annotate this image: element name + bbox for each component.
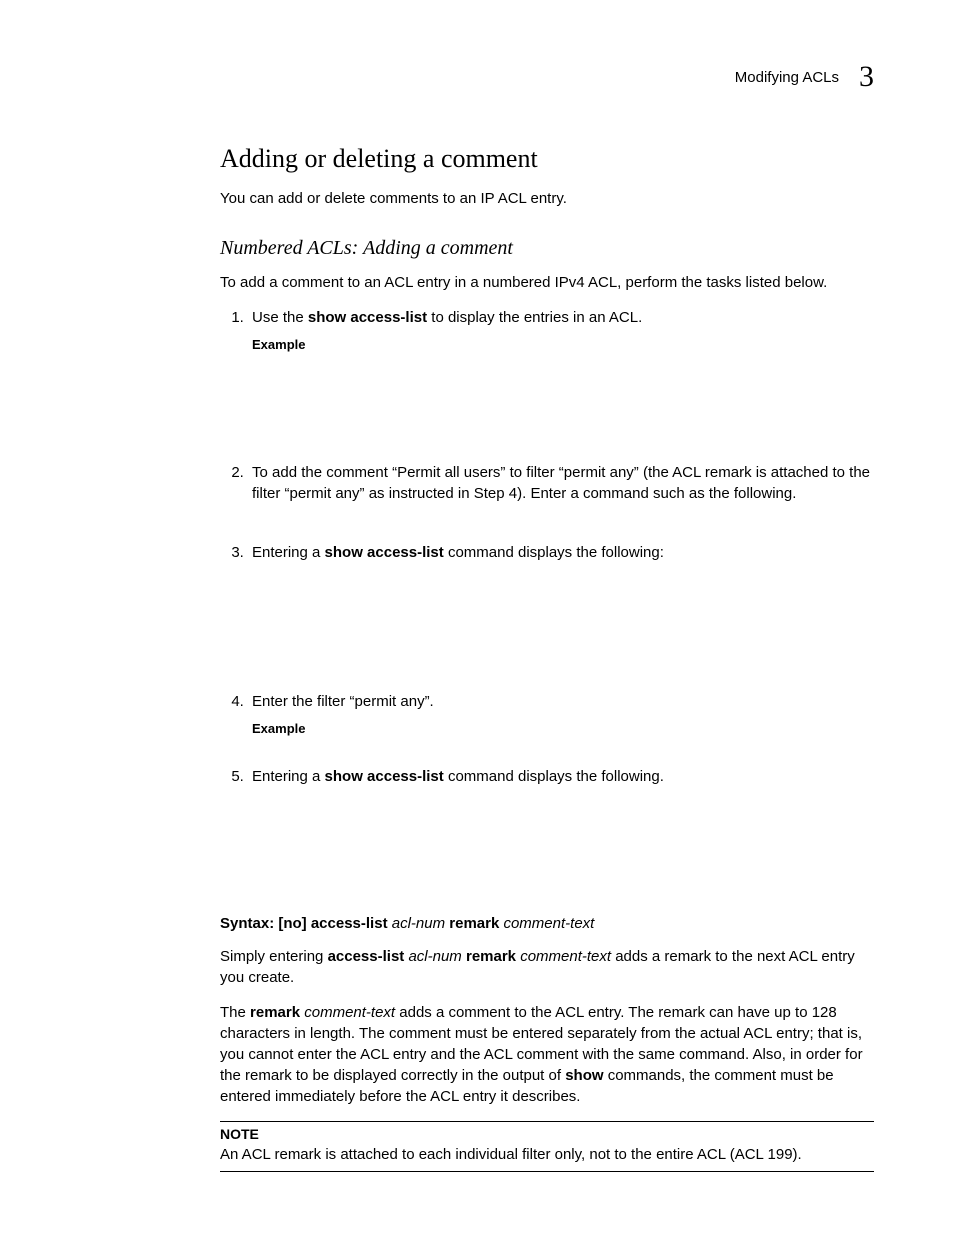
paragraph-1: Simply entering access-list acl-num rema…: [220, 946, 874, 988]
syntax-p1: [no] access-list: [278, 915, 391, 932]
heading-1: Adding or deleting a comment: [220, 144, 874, 174]
step-3-text-a: Entering a: [252, 544, 325, 561]
p2-a: The: [220, 1004, 250, 1021]
code-placeholder-3: [252, 563, 874, 683]
code-placeholder-5: [252, 787, 874, 907]
p2-i1: comment-text: [304, 1004, 395, 1021]
intro-paragraph: You can add or delete comments to an IP …: [220, 188, 874, 209]
step-5-text-a: Entering a: [252, 768, 325, 785]
step-4-text: Enter the filter “permit any”.: [252, 693, 434, 710]
step-3-text-b: command displays the following:: [444, 544, 664, 561]
p1-i2: comment-text: [520, 948, 611, 965]
p2-b2: show: [565, 1067, 603, 1084]
p1-a: Simply entering: [220, 948, 328, 965]
p2-b1: remark: [250, 1004, 304, 1021]
note-title: NOTE: [220, 1126, 874, 1142]
sub-intro: To add a comment to an ACL entry in a nu…: [220, 272, 874, 293]
note-block: NOTE An ACL remark is attached to each i…: [220, 1121, 874, 1172]
syntax-p2: remark: [445, 915, 503, 932]
steps-list: Use the show access-list to display the …: [220, 307, 874, 907]
step-3: Entering a show access-list command disp…: [248, 542, 874, 683]
note-body: An ACL remark is attached to each indivi…: [220, 1144, 874, 1165]
step-5-cmd: show access-list: [325, 768, 444, 785]
step-3-cmd: show access-list: [325, 544, 444, 561]
step-2-text: To add the comment “Permit all users” to…: [252, 464, 870, 502]
step-5-text-b: command displays the following.: [444, 768, 664, 785]
chapter-number: 3: [859, 60, 874, 94]
step-5: Entering a show access-list command disp…: [248, 766, 874, 907]
p1-i1: acl-num: [408, 948, 461, 965]
header-section: Modifying ACLs: [735, 69, 839, 86]
heading-2: Numbered ACLs: Adding a comment: [220, 237, 874, 260]
step-4: Enter the filter “permit any”. Example: [248, 691, 874, 758]
step-1: Use the show access-list to display the …: [248, 307, 874, 454]
code-placeholder-4: [252, 738, 874, 758]
syntax-line: Syntax: [no] access-list acl-num remark …: [220, 915, 874, 932]
code-placeholder-1: [252, 354, 874, 454]
example-label-1: Example: [252, 336, 874, 354]
step-1-text-a: Use the: [252, 309, 308, 326]
running-header: Modifying ACLs 3: [100, 60, 874, 94]
code-placeholder-2: [252, 504, 874, 534]
syntax-i2: comment-text: [503, 915, 594, 932]
step-2: To add the comment “Permit all users” to…: [248, 462, 874, 534]
example-label-4: Example: [252, 720, 874, 738]
paragraph-2: The remark comment-text adds a comment t…: [220, 1002, 874, 1107]
p1-b2: remark: [462, 948, 520, 965]
syntax-i1: acl-num: [392, 915, 445, 932]
page: Modifying ACLs 3 Adding or deleting a co…: [0, 0, 954, 1232]
content-area: Adding or deleting a comment You can add…: [220, 144, 874, 1172]
step-1-cmd: show access-list: [308, 309, 427, 326]
p1-b1: access-list: [328, 948, 409, 965]
syntax-label: Syntax:: [220, 915, 278, 932]
step-1-text-b: to display the entries in an ACL.: [427, 309, 642, 326]
